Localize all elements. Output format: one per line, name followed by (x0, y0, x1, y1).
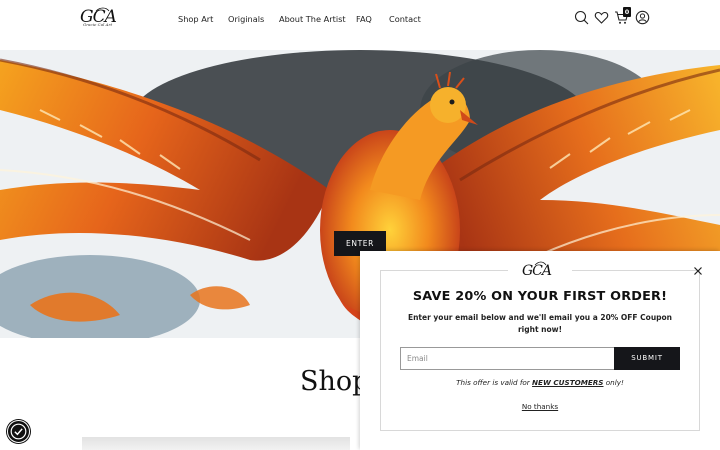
divider (380, 270, 508, 271)
svg-text:GCA: GCA (522, 263, 552, 279)
newsletter-popup: GCA SAVE 20% ON YOUR FIRST ORDER! Enter … (360, 251, 720, 450)
popup-logo: GCA (522, 261, 553, 279)
popup-title: SAVE 20% ON YOUR FIRST ORDER! (412, 289, 668, 304)
brand-logo[interactable]: GCA (78, 5, 128, 31)
site-header: GCA Gracie Cal Art Shop Art Originals Ab… (0, 0, 720, 50)
nav-originals[interactable]: Originals (228, 14, 264, 24)
accessibility-icon[interactable] (7, 420, 30, 443)
email-field[interactable] (400, 347, 614, 370)
no-thanks-link[interactable]: No thanks (380, 402, 700, 411)
cart-count-badge: 0 (623, 7, 631, 17)
close-icon[interactable] (693, 266, 703, 276)
offer-note: This offer is valid for NEW CUSTOMERS on… (380, 378, 700, 387)
account-icon[interactable] (635, 10, 650, 25)
wishlist-heart-icon[interactable] (594, 10, 609, 25)
popup-description: Enter your email below and we'll email y… (407, 313, 673, 334)
nav-faq[interactable]: FAQ (356, 14, 372, 24)
nav-about-the-artist[interactable]: About The Artist (279, 14, 346, 24)
offer-suffix: only! (603, 378, 624, 387)
brand-logo-subtitle: Gracie Cal Art (83, 22, 113, 27)
offer-prefix: This offer is valid for (456, 378, 533, 387)
product-thumbnail[interactable] (82, 437, 350, 450)
search-icon[interactable] (574, 10, 589, 25)
divider (572, 270, 700, 271)
offer-highlight: NEW CUSTOMERS (532, 378, 604, 387)
nav-contact[interactable]: Contact (389, 14, 421, 24)
nav-shop-art[interactable]: Shop Art (178, 14, 213, 24)
submit-button[interactable]: SUBMIT (614, 347, 680, 370)
